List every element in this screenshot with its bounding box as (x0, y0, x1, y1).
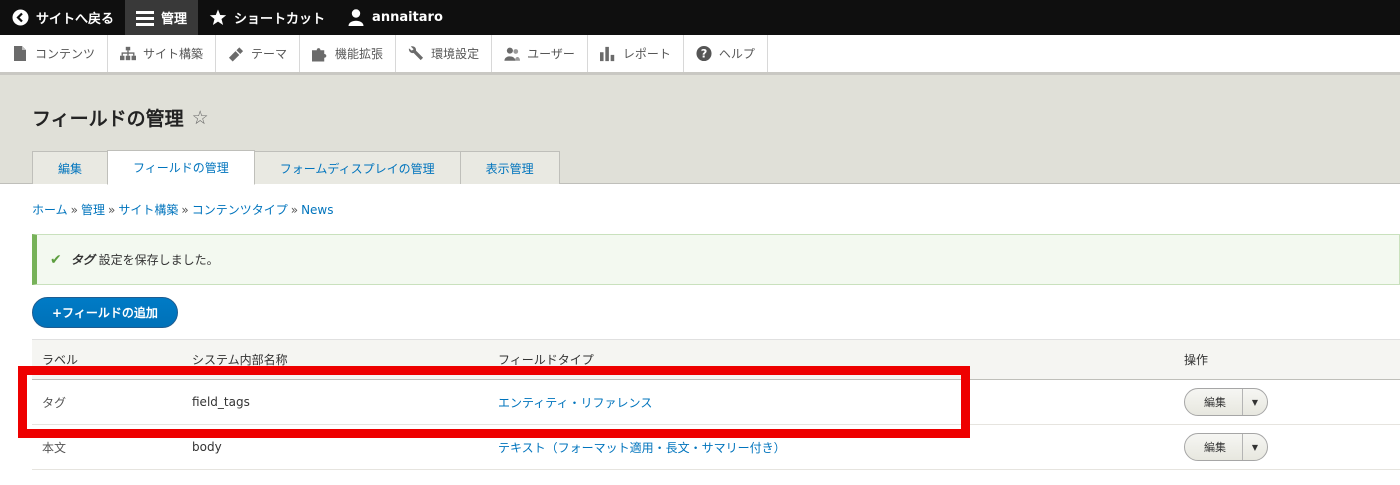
add-shortcut-star-icon[interactable]: ☆ (192, 107, 209, 129)
edit-button[interactable]: 編集 (1185, 389, 1243, 415)
operations-dropbutton: 編集 ▼ (1184, 433, 1268, 461)
help-icon: ? (696, 45, 712, 62)
shortcuts-label: ショートカット (234, 12, 326, 27)
status-message-field-name: タグ (70, 253, 95, 267)
tab-edit[interactable]: 編集 (32, 151, 109, 184)
row-machine-name: body (182, 424, 488, 470)
breadcrumb-news[interactable]: News (301, 203, 333, 217)
tray-item-extend[interactable]: 機能拡張 (300, 35, 397, 72)
row-field-type-link[interactable]: テキスト（フォーマット適用・長文・サマリー付き） (498, 441, 786, 455)
tab-manage-form-display[interactable]: フォームディスプレイの管理 (253, 151, 461, 184)
shortcuts-menu[interactable]: ショートカット (198, 0, 336, 35)
tray-item-label: 環境設定 (431, 47, 480, 61)
tray-item-label: テーマ (251, 47, 288, 61)
svg-text:?: ? (701, 48, 708, 61)
user-menu[interactable]: annaitaro (336, 0, 454, 35)
breadcrumb-home[interactable]: ホーム (32, 203, 68, 217)
row-field-type-cell: テキスト（フォーマット適用・長文・サマリー付き） (488, 424, 1174, 470)
bar-chart-icon (599, 46, 616, 62)
tray-item-reports[interactable]: レポート (588, 35, 684, 72)
column-header-field-type: フィールドタイプ (488, 339, 1174, 380)
breadcrumb-separator: » (290, 203, 299, 217)
hamburger-icon (136, 9, 155, 27)
tray-item-label: レポート (622, 47, 671, 61)
column-header-label: ラベル (32, 339, 182, 380)
tray-item-label: コンテンツ (35, 47, 96, 61)
star-icon (209, 9, 227, 27)
tray-item-structure[interactable]: サイト構築 (108, 35, 217, 72)
row-machine-name: field_tags (182, 379, 488, 425)
dropdown-toggle-icon[interactable]: ▼ (1243, 389, 1267, 415)
user-icon (347, 9, 365, 27)
breadcrumb-separator: » (181, 203, 189, 217)
people-icon (504, 46, 521, 62)
back-to-site-link[interactable]: サイトへ戻る (0, 0, 125, 35)
dropdown-toggle-icon[interactable]: ▼ (1243, 434, 1267, 460)
breadcrumb-admin[interactable]: 管理 (81, 203, 105, 217)
wrench-icon (408, 46, 424, 62)
status-message: ✔ タグ 設定を保存しました。 (32, 234, 1400, 285)
breadcrumb-structure[interactable]: サイト構築 (118, 203, 178, 217)
breadcrumb: ホーム» 管理» サイト構築» コンテンツタイプ» News (32, 201, 334, 218)
tray-item-label: サイト構築 (143, 47, 204, 61)
tray-item-label: 機能拡張 (335, 47, 384, 61)
operations-dropbutton: 編集 ▼ (1184, 388, 1268, 416)
table-header-row: ラベル システム内部名称 フィールドタイプ 操作 (32, 339, 1400, 380)
status-message-body: 設定を保存しました。 (94, 253, 219, 267)
table-row: タグ field_tags エンティティ・リファレンス 編集 ▼ (32, 379, 1400, 425)
admin-tray: コンテンツ サイト構築 テーマ 機能拡張 環境設定 ユーザー レポート ? ヘル… (0, 35, 1400, 75)
tab-manage-display[interactable]: 表示管理 (459, 151, 560, 184)
breadcrumb-separator: » (108, 203, 116, 217)
page-title: フィールドの管理 (32, 108, 184, 130)
checkmark-icon: ✔ (50, 251, 62, 268)
puzzle-icon (312, 46, 328, 62)
tab-manage-fields[interactable]: フィールドの管理 (107, 150, 255, 185)
file-icon (12, 46, 28, 62)
table-row: 本文 body テキスト（フォーマット適用・長文・サマリー付き） 編集 ▼ (32, 424, 1400, 470)
page-header: フィールドの管理 ☆ 編集 フィールドの管理 フォームディスプレイの管理 表示管… (0, 75, 1400, 185)
breadcrumb-content-types[interactable]: コンテンツタイプ (192, 203, 288, 217)
row-field-type-link[interactable]: エンティティ・リファレンス (498, 396, 652, 410)
primary-tabs: 編集 フィールドの管理 フォームディスプレイの管理 表示管理 (32, 150, 560, 185)
back-to-site-label: サイトへ戻る (36, 12, 115, 27)
row-label: 本文 (32, 424, 182, 470)
row-operations: 編集 ▼ (1174, 379, 1400, 425)
page-title-wrap: フィールドの管理 ☆ (32, 104, 209, 131)
add-field-button[interactable]: +フィールドの追加 (32, 297, 178, 328)
breadcrumb-separator: » (70, 203, 78, 217)
user-label: annaitaro (372, 10, 443, 25)
sitemap-icon (120, 46, 137, 62)
arrow-left-circle-icon (11, 9, 29, 27)
row-field-type-cell: エンティティ・リファレンス (488, 379, 1174, 425)
tray-item-appearance[interactable]: テーマ (216, 35, 301, 72)
tray-item-content[interactable]: コンテンツ (0, 35, 109, 72)
tray-item-help[interactable]: ? ヘルプ (684, 35, 768, 72)
edit-button[interactable]: 編集 (1185, 434, 1243, 460)
manage-label: 管理 (161, 12, 188, 27)
row-operations: 編集 ▼ (1174, 424, 1400, 470)
tray-item-label: ヘルプ (718, 47, 755, 61)
status-message-text: タグ 設定を保存しました。 (71, 251, 219, 268)
manage-menu[interactable]: 管理 (125, 0, 199, 35)
tray-item-label: ユーザー (527, 47, 575, 61)
tray-item-configuration[interactable]: 環境設定 (396, 35, 493, 72)
column-header-operations: 操作 (1174, 339, 1400, 380)
tray-item-people[interactable]: ユーザー (492, 35, 588, 72)
paintbrush-icon (228, 46, 244, 62)
fields-table: ラベル システム内部名称 フィールドタイプ 操作 タグ field_tags エ… (32, 339, 1400, 470)
admin-toolbar: サイトへ戻る 管理 ショートカット annaitaro (0, 0, 1400, 35)
row-label: タグ (32, 379, 182, 425)
column-header-machine-name: システム内部名称 (182, 339, 488, 380)
